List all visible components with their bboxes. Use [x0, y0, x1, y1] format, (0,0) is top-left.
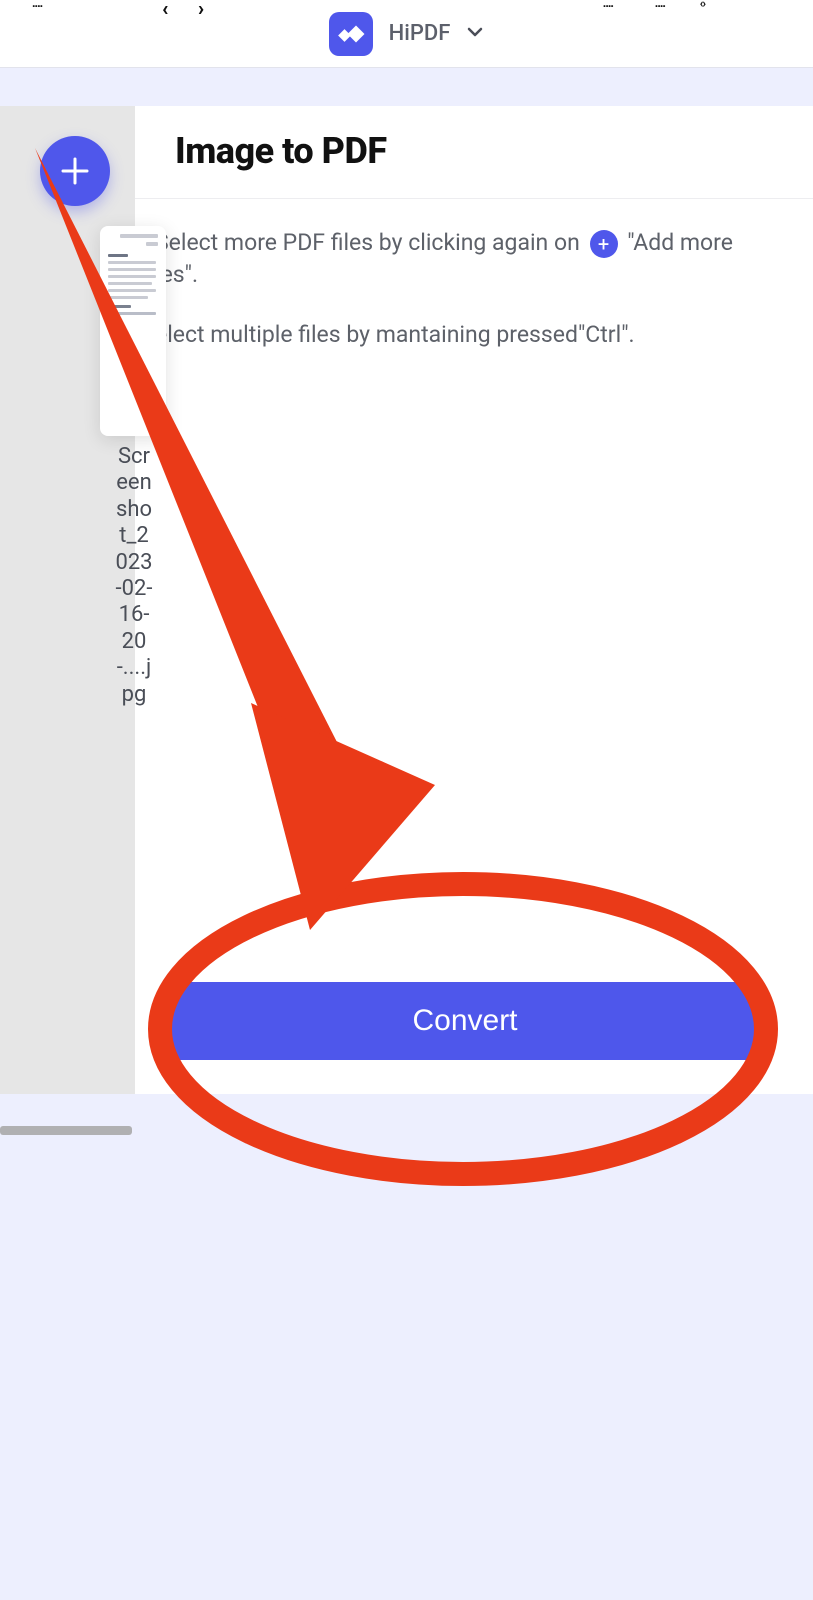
page-header: Image to PDF — [135, 106, 813, 199]
status-wifi-icon: .... — [655, 0, 665, 10]
brand-dropdown-chevron-icon[interactable] — [466, 23, 484, 45]
status-text-left: .... — [32, 0, 42, 10]
inline-plus-icon: + — [590, 230, 618, 258]
file-name-label: Screenshot_2023-02-16-20-....jpg — [114, 444, 154, 708]
brand-name[interactable]: HiPDF — [389, 21, 451, 46]
status-signal-icon: .... — [603, 0, 613, 10]
convert-button[interactable]: Convert — [172, 982, 758, 1060]
app-topbar: .... ‹ › HiPDF .... .... ‹› — [0, 0, 813, 68]
add-files-button[interactable] — [40, 136, 110, 206]
status-extra-icon: ‹› — [700, 0, 705, 10]
file-card[interactable]: Screenshot_2023-02-16-20-....jpg — [100, 226, 166, 708]
file-thumbnail — [100, 226, 166, 436]
instructions-block: Select more PDF files by clicking again … — [135, 199, 813, 352]
horizontal-scroll-handle[interactable] — [0, 1126, 132, 1135]
back-chevron-icon: ‹ — [162, 0, 167, 20]
instruction-line1-prefix: Select more PDF files by clicking again … — [155, 229, 580, 256]
content-area: Image to PDF Select more PDF files by cl… — [135, 106, 813, 1094]
page-title: Image to PDF — [175, 130, 773, 172]
instruction-line2: elect multiple files by mantaining press… — [155, 319, 773, 351]
hipdf-logo-icon — [329, 12, 373, 56]
forward-chevron-icon: › — [198, 0, 203, 20]
